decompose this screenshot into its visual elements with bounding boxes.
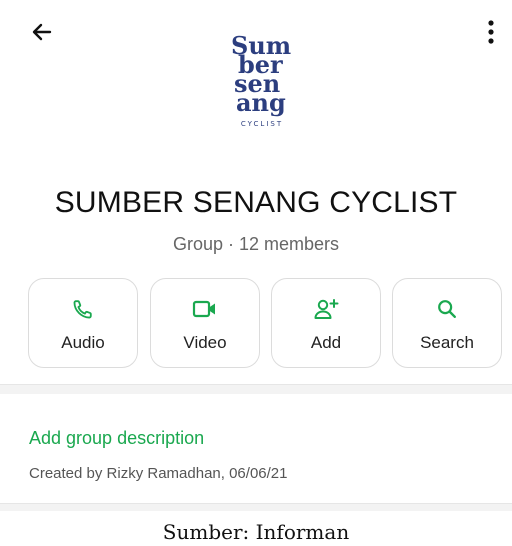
logo-tagline: CYCLIST — [241, 120, 283, 128]
section-divider-bottom — [0, 503, 512, 511]
audio-label: Audio — [61, 333, 105, 352]
group-subtitle[interactable]: Group · 12 members — [0, 234, 512, 255]
add-group-description-link[interactable]: Add group description — [29, 428, 204, 449]
logo-line-4: ang — [236, 88, 286, 117]
arrow-left-icon — [32, 23, 52, 41]
group-logo[interactable]: Sum ber sen ang CYCLIST — [206, 30, 316, 130]
figure-caption: Sumber: Informan — [162, 520, 350, 544]
add-member-button[interactable]: Add — [271, 278, 381, 368]
add-label: Add — [310, 333, 342, 352]
more-options-button[interactable] — [476, 12, 506, 52]
search-icon — [433, 295, 461, 323]
group-info-screen: Sum ber sen ang CYCLIST SUMBER SENANG CY… — [0, 0, 512, 511]
search-button[interactable]: Search — [392, 278, 502, 368]
add-person-icon — [312, 295, 340, 323]
section-divider — [0, 384, 512, 394]
group-name[interactable]: SUMBER SENANG CYCLIST — [0, 186, 512, 220]
video-camera-icon — [191, 295, 219, 323]
search-label: Search — [420, 333, 474, 352]
more-vertical-icon — [488, 20, 494, 44]
back-button[interactable] — [22, 12, 62, 52]
video-label: Video — [183, 333, 227, 352]
audio-call-button[interactable]: Audio — [28, 278, 138, 368]
sumber-senang-logo: Sum ber sen ang CYCLIST — [231, 31, 291, 128]
action-buttons: Audio Video Add Search — [28, 278, 504, 368]
phone-icon — [69, 295, 97, 323]
video-call-button[interactable]: Video — [150, 278, 260, 368]
created-by-text: Created by Rizky Ramadhan, 06/06/21 — [29, 465, 288, 482]
